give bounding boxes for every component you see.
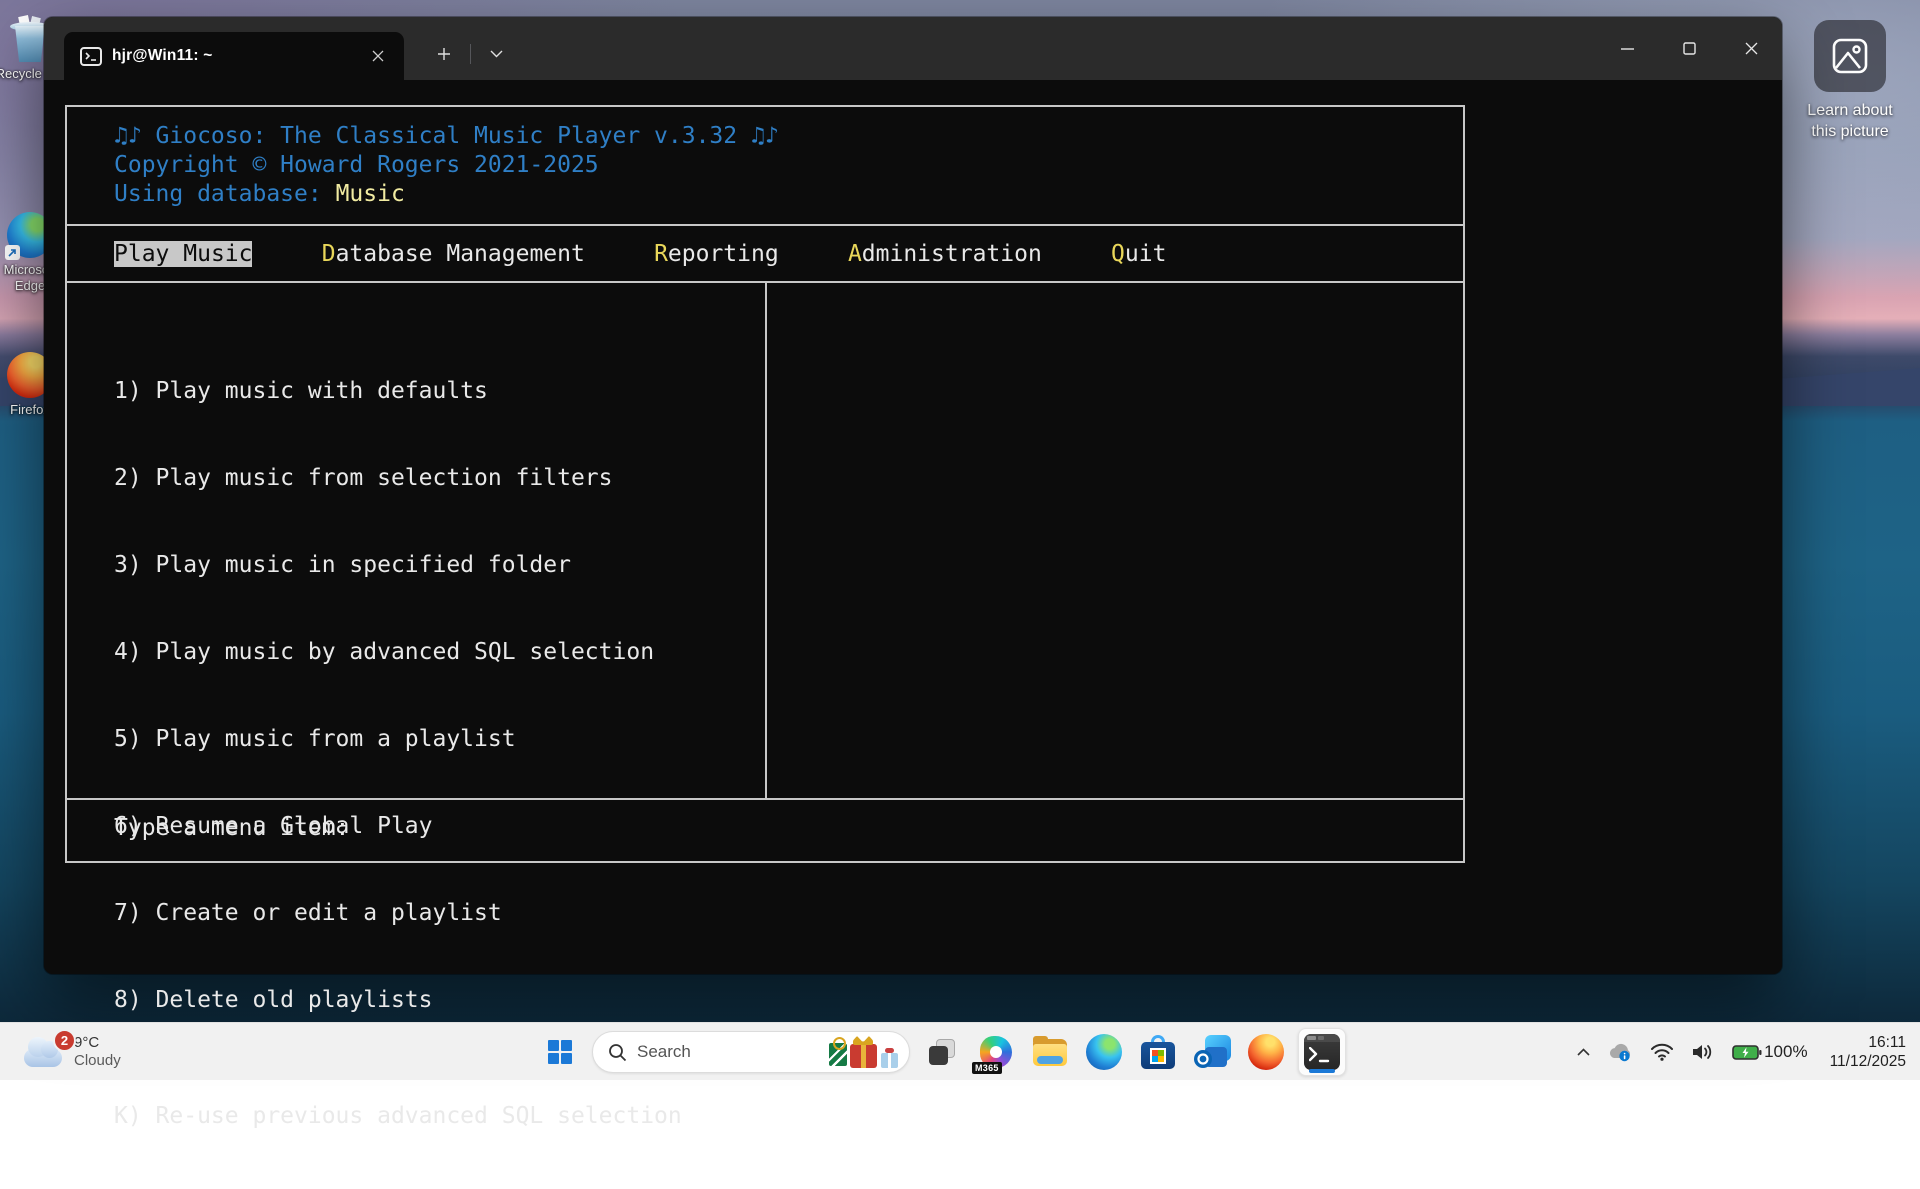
store-icon: [1140, 1035, 1176, 1069]
panel-divider: [765, 283, 767, 798]
windows-logo-icon: [547, 1039, 573, 1065]
menubar-item-reporting[interactable]: Reporting: [654, 241, 779, 267]
menu-item-6[interactable]: 6) Resume a Global Play: [114, 812, 1463, 841]
edge-icon: [1086, 1034, 1122, 1070]
volume-icon[interactable]: [1686, 1032, 1720, 1072]
search-input[interactable]: [637, 1042, 819, 1062]
menubar-item-play-music[interactable]: Play Music: [114, 241, 252, 267]
taskbar: 2 9°C Cloudy: [0, 1022, 1920, 1080]
menubar-item-quit[interactable]: Quit: [1111, 241, 1166, 267]
tui-header: ♫♪ Giocoso: The Classical Music Player v…: [67, 107, 1463, 224]
tab-close-icon[interactable]: [364, 42, 392, 70]
menu-item-1[interactable]: 1) Play music with defaults: [114, 377, 1463, 406]
copyright-line: Copyright © Howard Rogers 2021-2025: [114, 151, 1463, 180]
minimize-button[interactable]: [1596, 17, 1658, 80]
learn-about-picture-widget[interactable]: Learn about this picture: [1804, 20, 1896, 142]
onedrive-icon[interactable]: [1602, 1032, 1638, 1072]
picture-icon: [1814, 20, 1886, 92]
new-tab-button[interactable]: [426, 38, 462, 70]
terminal-icon: [1304, 1034, 1340, 1070]
learn-about-label: Learn about this picture: [1807, 100, 1892, 142]
task-view-icon: [929, 1039, 955, 1065]
terminal-button-active[interactable]: [1298, 1028, 1346, 1076]
app-title: ♫♪ Giocoso: The Classical Music Player v…: [114, 122, 1463, 151]
maximize-button[interactable]: [1658, 17, 1720, 80]
tui-menubar: Play Music Database Management Reporting…: [67, 224, 1463, 281]
window-titlebar[interactable]: hjr@Win11: ~: [44, 17, 1782, 80]
holiday-gifts-decoration: [829, 1035, 901, 1069]
battery-icon: [1732, 1044, 1762, 1061]
menu-item-7[interactable]: 7) Create or edit a playlist: [114, 899, 1463, 928]
weather-temperature: 9°C: [74, 1034, 121, 1052]
tab-title: hjr@Win11: ~: [112, 47, 364, 65]
edge-button[interactable]: [1082, 1030, 1126, 1074]
command-prompt-icon: [80, 47, 102, 66]
weather-widget[interactable]: 2 9°C Cloudy: [14, 1023, 129, 1081]
menu-item-8[interactable]: 8) Delete old playlists: [114, 986, 1463, 1015]
firefox-icon: [1248, 1034, 1284, 1070]
menu-item-3[interactable]: 3) Play music in specified folder: [114, 551, 1463, 580]
microsoft-store-button[interactable]: [1136, 1030, 1180, 1074]
database-name: Music: [336, 181, 405, 207]
search-box[interactable]: [592, 1031, 910, 1073]
clock-date: 11/12/2025: [1830, 1052, 1906, 1071]
close-button[interactable]: [1720, 17, 1782, 80]
active-app-indicator: [1309, 1069, 1335, 1073]
tui-menu-panel: 1) Play music with defaults 2) Play musi…: [67, 281, 1463, 798]
outlook-icon: [1193, 1035, 1231, 1069]
m365-badge: M365: [972, 1062, 1002, 1074]
terminal-window: hjr@Win11: ~ ♫♪ Giocoso: Th: [44, 17, 1782, 974]
menubar-item-database-management[interactable]: Database Management: [322, 241, 585, 267]
cloud-icon: 2: [22, 1037, 64, 1067]
giocoso-tui: ♫♪ Giocoso: The Classical Music Player v…: [65, 105, 1465, 863]
copilot-m365-button[interactable]: M365: [974, 1030, 1018, 1074]
wifi-icon[interactable]: [1645, 1032, 1679, 1072]
weather-condition: Cloudy: [74, 1052, 121, 1070]
tray-chevron-up-icon[interactable]: [1572, 1032, 1595, 1072]
terminal-content[interactable]: ♫♪ Giocoso: The Classical Music Player v…: [44, 80, 1782, 974]
firefox-button[interactable]: [1244, 1030, 1288, 1074]
taskbar-clock[interactable]: 16:11 11/12/2025: [1830, 1033, 1912, 1071]
battery-percentage: 100%: [1764, 1042, 1807, 1062]
clock-time: 16:11: [1830, 1033, 1906, 1052]
menubar-item-administration[interactable]: Administration: [848, 241, 1042, 267]
battery-status[interactable]: 100%: [1727, 1032, 1812, 1072]
menu-item-2[interactable]: 2) Play music from selection filters: [114, 464, 1463, 493]
task-view-button[interactable]: [920, 1030, 964, 1074]
tab-dropdown-button[interactable]: [478, 38, 514, 70]
search-icon: [608, 1043, 627, 1062]
start-button[interactable]: [538, 1030, 582, 1074]
shortcut-arrow-icon: [5, 245, 20, 260]
file-explorer-button[interactable]: [1028, 1030, 1072, 1074]
menu-item-4[interactable]: 4) Play music by advanced SQL selection: [114, 638, 1463, 667]
terminal-tab[interactable]: hjr@Win11: ~: [64, 32, 404, 80]
notification-badge: 2: [53, 1029, 76, 1052]
menu-item-5[interactable]: 5) Play music from a playlist: [114, 725, 1463, 754]
folder-icon: [1031, 1036, 1069, 1068]
menu-item-k[interactable]: K) Re-use previous advanced SQL selectio…: [114, 1102, 1463, 1131]
tabbar-separator: [470, 44, 471, 64]
database-line: Using database: Music: [114, 180, 1463, 209]
outlook-button[interactable]: [1190, 1030, 1234, 1074]
